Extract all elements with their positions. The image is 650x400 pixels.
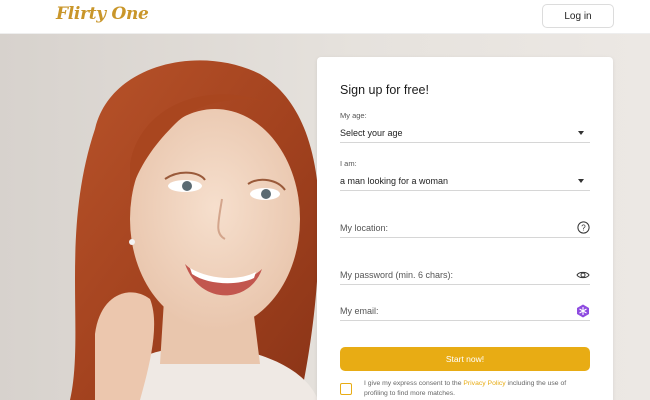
location-placeholder: My location: xyxy=(340,222,389,233)
email-input[interactable]: My email: xyxy=(340,301,590,321)
iam-label: I am: xyxy=(340,159,357,168)
privacy-policy-link[interactable]: Privacy Policy xyxy=(463,380,505,387)
site-header: Flirty One Log in xyxy=(0,0,650,34)
brand-logo[interactable]: Flirty One xyxy=(56,4,149,24)
consent-text-before: I give my express consent to the xyxy=(364,380,464,387)
signup-title: Sign up for free! xyxy=(340,83,429,97)
consent-text: I give my express consent to the Privacy… xyxy=(364,379,590,399)
start-now-button[interactable]: Start now! xyxy=(340,347,590,371)
chevron-down-icon xyxy=(576,178,590,183)
signup-card: Sign up for free! My age: Select your ag… xyxy=(317,57,613,400)
help-circle-icon[interactable]: ? xyxy=(576,221,590,235)
consent-checkbox[interactable] xyxy=(340,383,352,395)
password-input[interactable]: My password (min. 6 chars): xyxy=(340,265,590,285)
location-input[interactable]: My location: ? xyxy=(340,218,590,238)
age-select-value: Select your age xyxy=(340,127,403,138)
eye-icon[interactable] xyxy=(576,268,590,282)
password-manager-icon[interactable] xyxy=(576,304,590,318)
svg-text:?: ? xyxy=(581,223,586,232)
iam-select-value: a man looking for a woman xyxy=(340,175,449,186)
chevron-down-icon xyxy=(576,130,590,135)
age-label: My age: xyxy=(340,111,367,120)
login-button[interactable]: Log in xyxy=(542,4,614,28)
consent-row: I give my express consent to the Privacy… xyxy=(340,379,590,399)
age-select[interactable]: Select your age xyxy=(340,123,590,143)
email-placeholder: My email: xyxy=(340,305,379,316)
password-placeholder: My password (min. 6 chars): xyxy=(340,269,454,280)
iam-select[interactable]: a man looking for a woman xyxy=(340,171,590,191)
